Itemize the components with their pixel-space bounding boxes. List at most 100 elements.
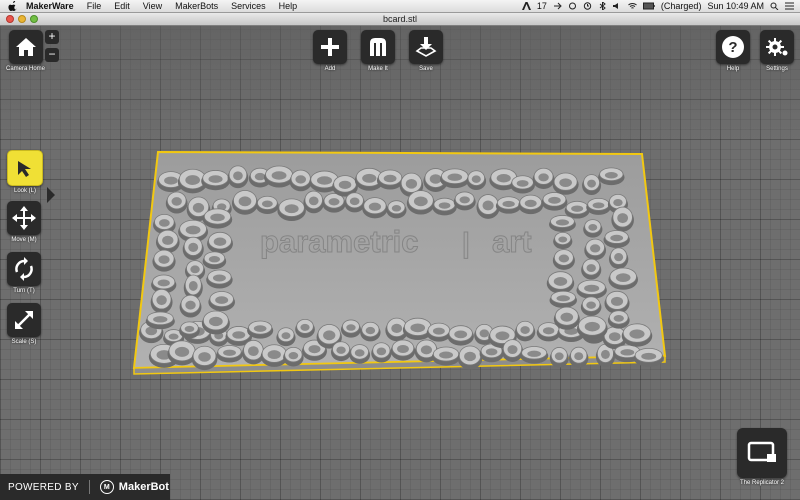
help-button[interactable]: ?	[716, 30, 750, 64]
cell-hole	[516, 180, 529, 187]
cell-hole	[354, 349, 365, 357]
cell-hole	[590, 244, 601, 253]
cell-hole	[212, 274, 226, 282]
zoom-out-button[interactable]: −	[45, 48, 59, 62]
cell-hole	[629, 329, 645, 339]
printer-selector[interactable]: The Replicator 2	[737, 428, 787, 486]
turn-tool[interactable]: Turn (T)	[7, 252, 41, 294]
settings-button[interactable]	[760, 30, 794, 64]
cell-hole	[338, 180, 352, 189]
cell-hole	[185, 225, 201, 235]
battery-status[interactable]: (Charged)	[661, 0, 702, 12]
close-window-button[interactable]	[6, 15, 14, 23]
cell-hole	[410, 323, 426, 333]
model-text-left: parametric	[260, 224, 419, 259]
cell-hole	[604, 172, 618, 179]
arrow-icon[interactable]	[553, 2, 562, 10]
cell-hole	[376, 347, 387, 356]
cell-hole	[447, 173, 463, 181]
printer-screen-icon	[747, 441, 776, 462]
cell-hole	[288, 351, 299, 360]
minimize-window-button[interactable]	[18, 15, 26, 23]
cell-hole	[584, 321, 600, 332]
cell-hole	[261, 200, 273, 208]
turn-button[interactable]	[7, 252, 41, 286]
help-tool[interactable]: ? Help	[716, 30, 750, 72]
spotlight-icon[interactable]	[770, 2, 779, 10]
status-area: 17 (Charged) Sun 10:49 AM	[516, 0, 794, 12]
volume-icon[interactable]	[612, 2, 622, 10]
cell-hole	[208, 316, 223, 327]
cell-hole	[346, 324, 356, 331]
cell-hole	[405, 178, 418, 189]
zoom-in-button[interactable]: +	[45, 30, 59, 44]
apple-icon[interactable]	[8, 1, 18, 11]
cell-hole	[267, 350, 281, 359]
menu-makerbots[interactable]: MakerBots	[175, 0, 218, 12]
printer-button[interactable]	[737, 428, 787, 478]
cell-hole	[586, 264, 596, 273]
menu-file[interactable]: File	[87, 0, 102, 12]
cell-hole	[615, 273, 631, 282]
help-icon: ?	[722, 36, 744, 58]
printer-label: The Replicator 2	[739, 480, 785, 486]
cell-hole	[471, 175, 481, 183]
cell-hole	[174, 346, 190, 357]
move-tool[interactable]: Move (M)	[7, 201, 41, 243]
cell-hole	[210, 213, 225, 222]
clock[interactable]: Sun 10:49 AM	[707, 0, 764, 12]
move-label: Move (M)	[11, 237, 37, 243]
make-it-button[interactable]	[361, 30, 395, 64]
look-button[interactable]	[7, 150, 43, 186]
make-it-tool[interactable]: Make It	[361, 30, 395, 72]
cell-hole	[158, 255, 170, 264]
sync-icon[interactable]	[568, 2, 577, 10]
cell-hole	[432, 327, 445, 335]
cell-hole	[281, 332, 291, 340]
save-tool[interactable]: Save	[409, 30, 443, 72]
cell-hole	[413, 196, 428, 207]
wifi-icon[interactable]	[628, 2, 637, 10]
cell-hole	[588, 224, 598, 231]
cell-hole	[600, 349, 610, 359]
camera-home-tool[interactable]: Camera Home	[6, 30, 45, 72]
cell-hole	[158, 219, 170, 227]
tool-expand-arrow[interactable]	[47, 187, 55, 203]
menu-app-name[interactable]: MakerWare	[26, 0, 74, 12]
cell-hole	[397, 344, 409, 354]
add-tool[interactable]: Add	[313, 30, 347, 72]
settings-tool[interactable]: Settings	[760, 30, 794, 72]
battery-icon[interactable]	[642, 2, 655, 10]
look-tool[interactable]: Look (L)	[7, 150, 43, 194]
menu-help[interactable]: Help	[279, 0, 298, 12]
save-button[interactable]	[409, 30, 443, 64]
cell-hole	[368, 202, 382, 211]
scale-button[interactable]	[7, 303, 41, 337]
adobe-icon[interactable]	[521, 2, 531, 10]
bluetooth-icon[interactable]	[598, 2, 607, 10]
makerbot-m-icon	[370, 38, 386, 56]
list-icon[interactable]	[785, 2, 794, 10]
zoom-window-button[interactable]	[30, 15, 38, 23]
svg-text:?: ?	[728, 39, 737, 56]
cell-hole	[295, 175, 307, 184]
time-machine-icon[interactable]	[583, 2, 592, 10]
move-arrows-icon	[12, 206, 36, 230]
camera-home-button[interactable]	[8, 30, 43, 64]
cell-hole	[308, 196, 319, 206]
cell-hole	[574, 352, 584, 361]
menu-view[interactable]: View	[143, 0, 162, 12]
model-bcard[interactable]: parametric | art	[0, 26, 800, 500]
cell-hole	[365, 326, 376, 335]
cell-hole	[524, 199, 537, 208]
menu-services[interactable]: Services	[231, 0, 266, 12]
build-plate-viewport[interactable]: parametric | art Camera Home + − Add Mak…	[0, 26, 800, 500]
menu-edit[interactable]: Edit	[114, 0, 130, 12]
cell-hole	[185, 300, 196, 310]
notify-count[interactable]: 17	[537, 0, 547, 12]
cell-hole	[391, 323, 403, 334]
add-button[interactable]	[313, 30, 347, 64]
scale-tool[interactable]: Scale (S)	[7, 303, 41, 345]
cell-hole	[485, 348, 498, 356]
move-button[interactable]	[7, 201, 41, 235]
